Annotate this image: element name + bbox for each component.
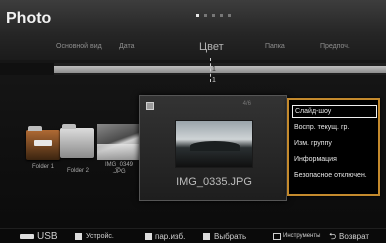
tools-label[interactable]: Инструменты [283,229,320,243]
tab-folder[interactable]: Папка [265,38,285,56]
preview-filename: IMG_0335.JPG [176,176,252,188]
preview-image-island [190,141,240,151]
context-menu: Слайд-шоу Воспр. текущ. гр. Изм. группу … [287,98,380,196]
page-title: Photo [6,10,52,27]
menu-item-play-group[interactable]: Воспр. текущ. гр. [292,121,377,134]
menu-item-slideshow[interactable]: Слайд-шоу [292,105,377,118]
device-label[interactable]: Устройс. [86,229,114,243]
tab-date[interactable]: Дата [119,38,135,56]
select-label[interactable]: Выбрать [214,229,246,243]
photo-caption-1: IMG_0349 .JPG [104,162,134,175]
folder-tab [28,126,42,131]
timeline-label: 1 [212,77,216,84]
sort-tabs: Основной вид Дата Цвет Папка Предпоч. [0,38,386,56]
photo-thumb-water [97,144,141,160]
preview-panel[interactable]: 4/6 IMG_0335.JPG [139,95,287,201]
device-square-icon [75,233,82,240]
timeline-count: 1 [212,66,216,73]
select-folder-label[interactable]: пар.изб. [155,229,185,243]
tools-icon [273,233,281,240]
photo-thumb-1[interactable] [97,124,141,160]
timeline-marker [210,58,211,82]
preview-image [175,120,253,168]
page-dot [196,14,199,17]
menu-item-safe-remove[interactable]: Безопасное отключен. [292,169,377,182]
tab-favorite[interactable]: Предпоч. [320,38,350,56]
page-indicator [196,14,231,17]
top-bar: Photo Основной вид Дата Цвет Папка Предп… [0,0,386,60]
timeline-bar [54,66,386,73]
return-arrow-icon: ⮌ [329,231,337,241]
return-label[interactable]: Возврат [339,229,369,243]
select-checkbox[interactable] [146,102,154,110]
tab-basic-view[interactable]: Основной вид [56,38,102,56]
menu-item-change-group[interactable]: Изм. группу [292,137,377,150]
folder-thumb-1[interactable] [26,126,60,160]
photo-browser-screen: Photo Основной вид Дата Цвет Папка Предп… [0,0,386,243]
page-dot [228,14,231,17]
page-dot [212,14,215,17]
timeline-empty-segment [0,63,54,75]
usb-icon [20,234,34,239]
folder-thumb-2[interactable] [60,124,94,158]
tab-color[interactable]: Цвет [199,38,224,56]
menu-item-information[interactable]: Информация [292,153,377,166]
folder-caption-2: Folder 2 [66,168,89,174]
select-folder-square-icon [145,233,152,240]
usb-label[interactable]: USB [37,229,58,243]
preview-counter: 4/6 [242,101,251,107]
page-dot [204,14,207,17]
select-square-icon [203,233,210,240]
page-dot [220,14,223,17]
bottom-bar: USB Устройс. пар.изб. Выбрать Инструмент… [0,228,386,243]
usb-icon [34,140,52,146]
timeline-track[interactable] [0,63,386,75]
folder-tab [62,124,76,129]
